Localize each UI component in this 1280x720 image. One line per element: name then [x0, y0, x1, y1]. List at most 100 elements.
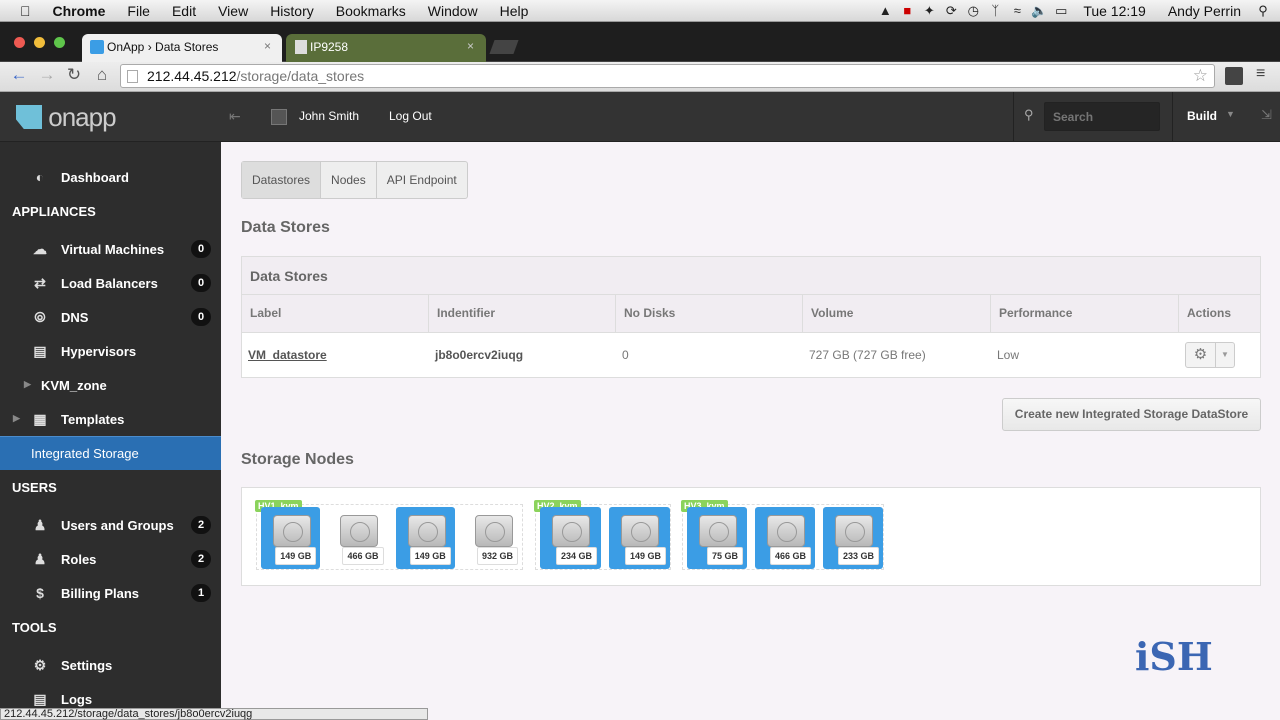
- chevron-down-icon[interactable]: ▼: [1216, 343, 1234, 367]
- minimize-window-button[interactable]: [34, 37, 45, 48]
- sidebar-item-hypervisors[interactable]: ▤ Hypervisors: [0, 334, 221, 368]
- sidebar-item-label: Dashboard: [61, 169, 129, 185]
- extension-icon[interactable]: [1225, 67, 1243, 85]
- status-bar-url: 212.44.45.212/storage/data_stores/jb8o0e…: [0, 708, 428, 720]
- expand-caret-icon[interactable]: ▶: [24, 379, 31, 390]
- storage-node[interactable]: 466 GB: [755, 507, 815, 569]
- spotlight-icon[interactable]: ⚲: [1252, 3, 1274, 19]
- back-icon[interactable]: ←: [8, 65, 30, 85]
- menu-edit[interactable]: Edit: [161, 3, 207, 19]
- sidebar-item-label: Virtual Machines: [61, 241, 165, 257]
- disk-icon: [340, 515, 379, 547]
- column-header[interactable]: Indentifier: [429, 295, 616, 332]
- storage-node[interactable]: 75 GB: [687, 507, 747, 569]
- datastore-label-link[interactable]: VM_datastore: [242, 348, 429, 362]
- sidebar-item-billing-plans[interactable]: $ Billing Plans 1: [0, 576, 221, 610]
- datastore-identifier: jb8o0ercv2iuqg: [435, 348, 524, 362]
- drive-icon[interactable]: ▲: [874, 3, 896, 18]
- sidebar-item-roles[interactable]: ♟ Roles 2: [0, 542, 221, 576]
- onapp-logo[interactable]: onapp: [0, 92, 221, 142]
- forward-icon[interactable]: →: [36, 65, 58, 85]
- server-icon: ▤: [33, 343, 47, 359]
- create-datastore-button[interactable]: Create new Integrated Storage DataStore: [1002, 398, 1261, 431]
- tab-close-icon[interactable]: ×: [467, 39, 474, 53]
- panel-title: Data Stores: [242, 257, 1260, 295]
- sidebar-item-kvm-zone[interactable]: ▶ KVM_zone: [0, 368, 221, 402]
- column-header[interactable]: Performance: [991, 295, 1179, 332]
- search-area: ⚲: [1013, 92, 1173, 142]
- menu-history[interactable]: History: [259, 3, 325, 19]
- column-header[interactable]: Label: [242, 295, 429, 332]
- storage-node[interactable]: 233 GB: [823, 507, 883, 569]
- reload-icon[interactable]: ↻: [63, 65, 85, 85]
- sidebar-item-integrated-storage[interactable]: Integrated Storage: [0, 436, 221, 470]
- datastore-performance: Low: [997, 348, 1020, 362]
- sidebar-item-dashboard[interactable]: ◐ Dashboard: [0, 160, 221, 194]
- battery-icon[interactable]: ▭: [1050, 3, 1072, 19]
- logo-text: onapp: [48, 102, 116, 132]
- chrome-menu-icon[interactable]: ≡: [1256, 65, 1265, 83]
- column-header[interactable]: Volume: [803, 295, 991, 332]
- tab-datastores[interactable]: Datastores: [242, 162, 322, 198]
- logout-link[interactable]: Log Out: [389, 109, 432, 123]
- grid-icon: ▦: [33, 411, 47, 427]
- menu-bookmarks[interactable]: Bookmarks: [325, 3, 417, 19]
- avatar[interactable]: [271, 109, 287, 125]
- menu-window[interactable]: Window: [417, 3, 489, 19]
- storage-node[interactable]: 932 GB: [462, 507, 522, 569]
- record-icon[interactable]: ■: [896, 3, 918, 18]
- chevron-down-icon[interactable]: ▼: [1226, 109, 1235, 119]
- sidebar-item-users-and-groups[interactable]: ♟ Users and Groups 2: [0, 508, 221, 542]
- storage-node[interactable]: 149 GB: [609, 507, 670, 569]
- sidebar-item-load-balancers[interactable]: ⇄ Load Balancers 0: [0, 266, 221, 300]
- menu-file[interactable]: File: [116, 3, 161, 19]
- sidebar-item-templates[interactable]: ▶ ▦ Templates: [0, 402, 221, 436]
- clock[interactable]: Tue 12:19: [1072, 3, 1157, 19]
- twitter-icon[interactable]: ✦: [918, 3, 940, 19]
- expand-icon[interactable]: ⇲: [1261, 107, 1272, 123]
- home-icon[interactable]: ⌂: [91, 65, 113, 85]
- bookmark-star-icon[interactable]: ☆: [1193, 65, 1208, 87]
- tab-nodes[interactable]: Nodes: [321, 162, 377, 198]
- expand-caret-icon[interactable]: ▶: [13, 413, 20, 424]
- sidebar-item-label: DNS: [61, 309, 89, 325]
- new-tab-button[interactable]: [489, 40, 519, 54]
- volume-icon[interactable]: 🔈: [1028, 3, 1050, 19]
- collapse-sidebar-icon[interactable]: ⇤: [229, 108, 241, 125]
- storage-node[interactable]: 466 GB: [328, 507, 388, 569]
- tab-api-endpoint[interactable]: API Endpoint: [377, 162, 467, 198]
- url-page-icon: [127, 70, 138, 83]
- zoom-window-button[interactable]: [54, 37, 65, 48]
- user-name[interactable]: Andy Perrin: [1157, 3, 1252, 19]
- sidebar-item-settings[interactable]: ⚙ Settings: [0, 648, 221, 682]
- dollar-icon: $: [36, 585, 44, 601]
- address-bar[interactable]: 212.44.45.212/storage/data_stores ☆: [120, 64, 1215, 88]
- tab-onapp-title: OnApp › Data Stores: [107, 40, 219, 54]
- storage-node[interactable]: 149 GB: [395, 507, 455, 569]
- storage-node[interactable]: 234 GB: [540, 507, 601, 569]
- tab-close-icon[interactable]: ×: [264, 39, 271, 53]
- sync-icon[interactable]: ⟳: [940, 3, 962, 19]
- apple-icon[interactable]: : [0, 3, 42, 19]
- wifi-icon[interactable]: ≈: [1006, 3, 1028, 18]
- gear-icon: ⚙: [33, 657, 47, 673]
- section-appliances: APPLIANCES: [12, 203, 96, 219]
- search-input[interactable]: [1044, 102, 1160, 131]
- column-header[interactable]: No Disks: [616, 295, 803, 332]
- close-window-button[interactable]: [14, 37, 25, 48]
- menu-app-chrome[interactable]: Chrome: [42, 3, 117, 19]
- build-menu[interactable]: Build: [1187, 109, 1217, 123]
- menu-view[interactable]: View: [207, 3, 259, 19]
- disk-icon: [621, 515, 659, 547]
- gear-icon[interactable]: ⚙: [1186, 343, 1216, 367]
- bluetooth-icon[interactable]: ᛉ: [984, 3, 1006, 18]
- storage-node[interactable]: 149 GB: [261, 507, 321, 569]
- user-link[interactable]: John Smith: [299, 109, 359, 123]
- sidebar-item-dns[interactable]: ⦾ DNS 0: [0, 300, 221, 334]
- sidebar-item-virtual-machines[interactable]: ☁ Virtual Machines 0: [0, 232, 221, 266]
- actions-dropdown[interactable]: ⚙ ▼: [1185, 342, 1235, 368]
- count-badge: 2: [191, 550, 211, 568]
- menu-help[interactable]: Help: [489, 3, 540, 19]
- node-group: HV2_kvm 234 GB 149 GB: [534, 500, 671, 570]
- time-machine-icon[interactable]: ◷: [962, 3, 984, 19]
